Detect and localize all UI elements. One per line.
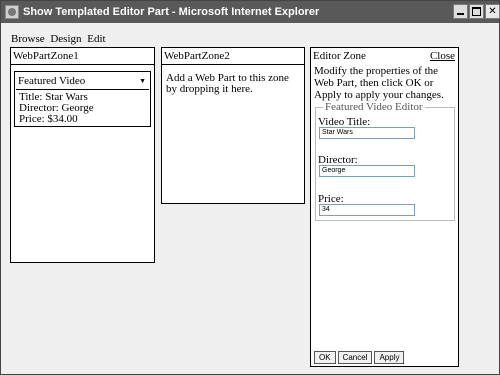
editor-zone-title: Editor Zone: [313, 50, 366, 62]
empty-zone-message: Add a Web Part to this zone by dropping …: [166, 72, 289, 95]
display-mode-links: Browse Design Edit: [11, 33, 109, 45]
editor-legend: Featured Video Editor: [323, 101, 425, 113]
title-bar[interactable]: Show Templated Editor Part - Microsoft I…: [1, 1, 500, 23]
browser-window: Show Templated Editor Part - Microsoft I…: [0, 0, 500, 375]
close-window-button[interactable]: ✕: [485, 4, 500, 19]
ok-button[interactable]: OK: [314, 351, 336, 364]
video-price-text: Price: $34.00: [19, 113, 78, 125]
featured-video-part-body: Title: Star Wars Director: George Price:…: [19, 92, 94, 125]
web-part-zone-1: WebPartZone1 Featured Video ▼ Title: Sta…: [10, 47, 155, 263]
cancel-button[interactable]: Cancel: [337, 351, 373, 364]
edit-mode-link[interactable]: Edit: [87, 33, 105, 45]
zone-2-title: WebPartZone2: [162, 48, 304, 65]
window-title: Show Templated Editor Part - Microsoft I…: [23, 6, 320, 18]
editor-zone: Editor Zone Close Modify the properties …: [310, 47, 459, 367]
video-title-input[interactable]: Star Wars: [319, 127, 415, 139]
apply-button[interactable]: Apply: [374, 351, 405, 364]
editor-zone-header: Editor Zone Close: [311, 48, 458, 64]
maximize-button[interactable]: [469, 4, 484, 19]
featured-video-part-header: Featured Video ▼: [16, 73, 149, 90]
part-verbs-menu-icon[interactable]: ▼: [139, 73, 146, 89]
web-part-zone-2: WebPartZone2 Add a Web Part to this zone…: [161, 47, 305, 204]
browse-mode-link[interactable]: Browse: [11, 33, 45, 45]
price-input[interactable]: 34: [319, 204, 415, 216]
editor-zone-close-link[interactable]: Close: [430, 48, 455, 64]
editor-zone-buttons: OK Cancel Apply: [314, 351, 406, 364]
director-input[interactable]: George: [319, 165, 415, 177]
featured-video-editor: Featured Video Editor Video Title: Star …: [315, 101, 455, 221]
featured-video-part-title: Featured Video: [18, 75, 86, 87]
minimize-button[interactable]: [453, 4, 468, 19]
featured-video-part: Featured Video ▼ Title: Star Wars Direct…: [14, 71, 151, 127]
internet-explorer-icon: [5, 5, 19, 19]
zone-1-title: WebPartZone1: [11, 48, 154, 65]
editor-zone-instructions: Modify the properties of the Web Part, t…: [314, 65, 444, 101]
design-mode-link[interactable]: Design: [50, 33, 81, 45]
